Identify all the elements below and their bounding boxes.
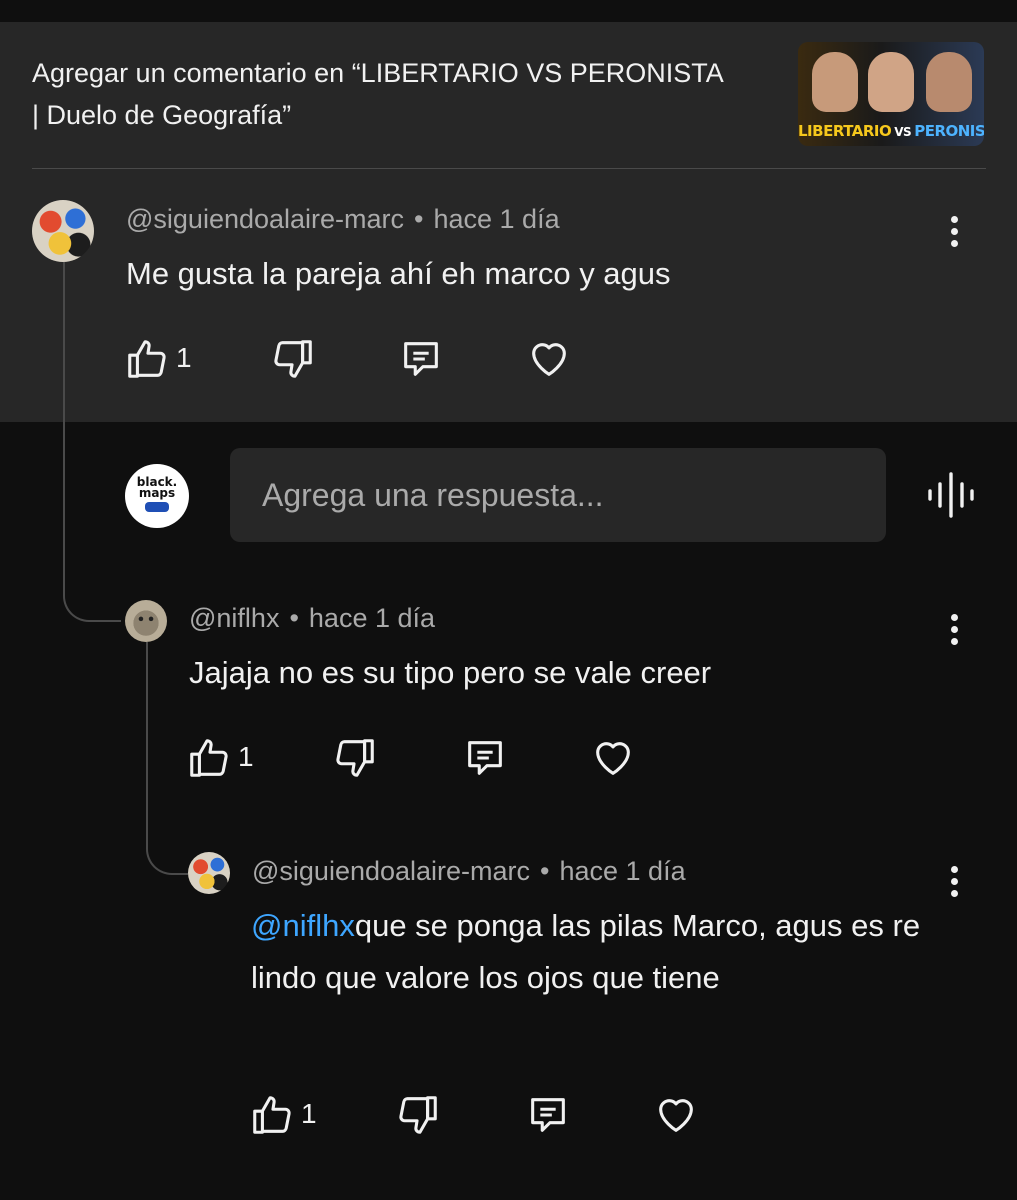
thumbnail-vs-text: VS	[894, 125, 912, 139]
comment-meta: @siguiendoalaire-marc • hace 1 día	[126, 204, 560, 235]
thread-line	[146, 642, 188, 875]
more-vert-icon[interactable]	[944, 212, 964, 252]
thread-line	[63, 262, 121, 622]
reply-input[interactable]	[230, 448, 886, 542]
comment-author[interactable]: @siguiendoalaire-marc	[252, 856, 530, 886]
comment-text: @niflhxque se ponga las pilas Marco, agu…	[251, 900, 931, 1004]
comment-text: Me gusta la pareja ahí eh marco y agus	[126, 256, 671, 291]
avatar[interactable]	[125, 600, 167, 642]
video-thumbnail[interactable]: LIBERTARIOVSPERONISTA	[798, 42, 984, 146]
reply-icon[interactable]	[398, 336, 444, 382]
comment-author[interactable]: @niflhx	[189, 603, 279, 633]
heart-icon[interactable]	[526, 336, 572, 382]
thumbnail-face	[926, 52, 972, 112]
comment-time: hace 1 día	[308, 603, 436, 633]
thumbnail-caption: LIBERTARIOVSPERONISTA	[798, 122, 984, 140]
heart-icon[interactable]	[653, 1092, 699, 1138]
header-divider	[32, 168, 986, 169]
avatar[interactable]	[188, 852, 230, 894]
comment-text: Jajaja no es su tipo pero se vale creer	[189, 655, 712, 690]
like-count: 1	[301, 1098, 317, 1129]
thumbs-up-icon[interactable]	[186, 735, 232, 781]
comment-time: hace 1 día	[433, 204, 560, 234]
thumbs-down-icon[interactable]	[395, 1092, 441, 1138]
thumbnail-face	[868, 52, 914, 112]
meta-separator: •	[289, 603, 299, 633]
thumbs-up-icon[interactable]	[249, 1092, 295, 1138]
top-strip	[0, 0, 1017, 22]
meta-separator: •	[540, 856, 550, 886]
thumbs-up-icon[interactable]	[124, 336, 170, 382]
comment-actions: 1	[249, 1092, 729, 1138]
thumbnail-left-text: LIBERTARIO	[798, 122, 892, 140]
globe-icon	[145, 502, 169, 512]
meta-separator: •	[414, 204, 424, 234]
page-title: Agregar un comentario en “LIBERTARIO VS …	[32, 58, 723, 130]
thumbs-down-icon[interactable]	[332, 735, 378, 781]
thumbnail-right-text: PERONISTA	[914, 122, 984, 140]
like-count: 1	[238, 741, 254, 772]
comment-author[interactable]: @siguiendoalaire-marc	[126, 204, 404, 234]
comment-time: hace 1 día	[559, 856, 686, 886]
comment-meta: @siguiendoalaire-marc • hace 1 día	[252, 856, 686, 887]
more-vert-icon[interactable]	[944, 862, 964, 902]
thumbnail-face	[812, 52, 858, 112]
like-count: 1	[176, 342, 192, 373]
mention-link[interactable]: @niflhx	[251, 908, 355, 943]
reply-icon[interactable]	[525, 1092, 571, 1138]
heart-icon[interactable]	[590, 735, 636, 781]
voice-icon[interactable]	[924, 468, 978, 522]
avatar-label: black. maps	[136, 475, 178, 500]
comment-actions: 1	[124, 336, 604, 382]
user-avatar[interactable]: black. maps	[125, 464, 189, 528]
thumbs-down-icon[interactable]	[270, 336, 316, 382]
comment-meta: @niflhx • hace 1 día	[189, 603, 435, 634]
reply-icon[interactable]	[462, 735, 508, 781]
avatar[interactable]	[32, 200, 94, 262]
more-vert-icon[interactable]	[944, 610, 964, 650]
comment-actions: 1	[186, 735, 666, 781]
